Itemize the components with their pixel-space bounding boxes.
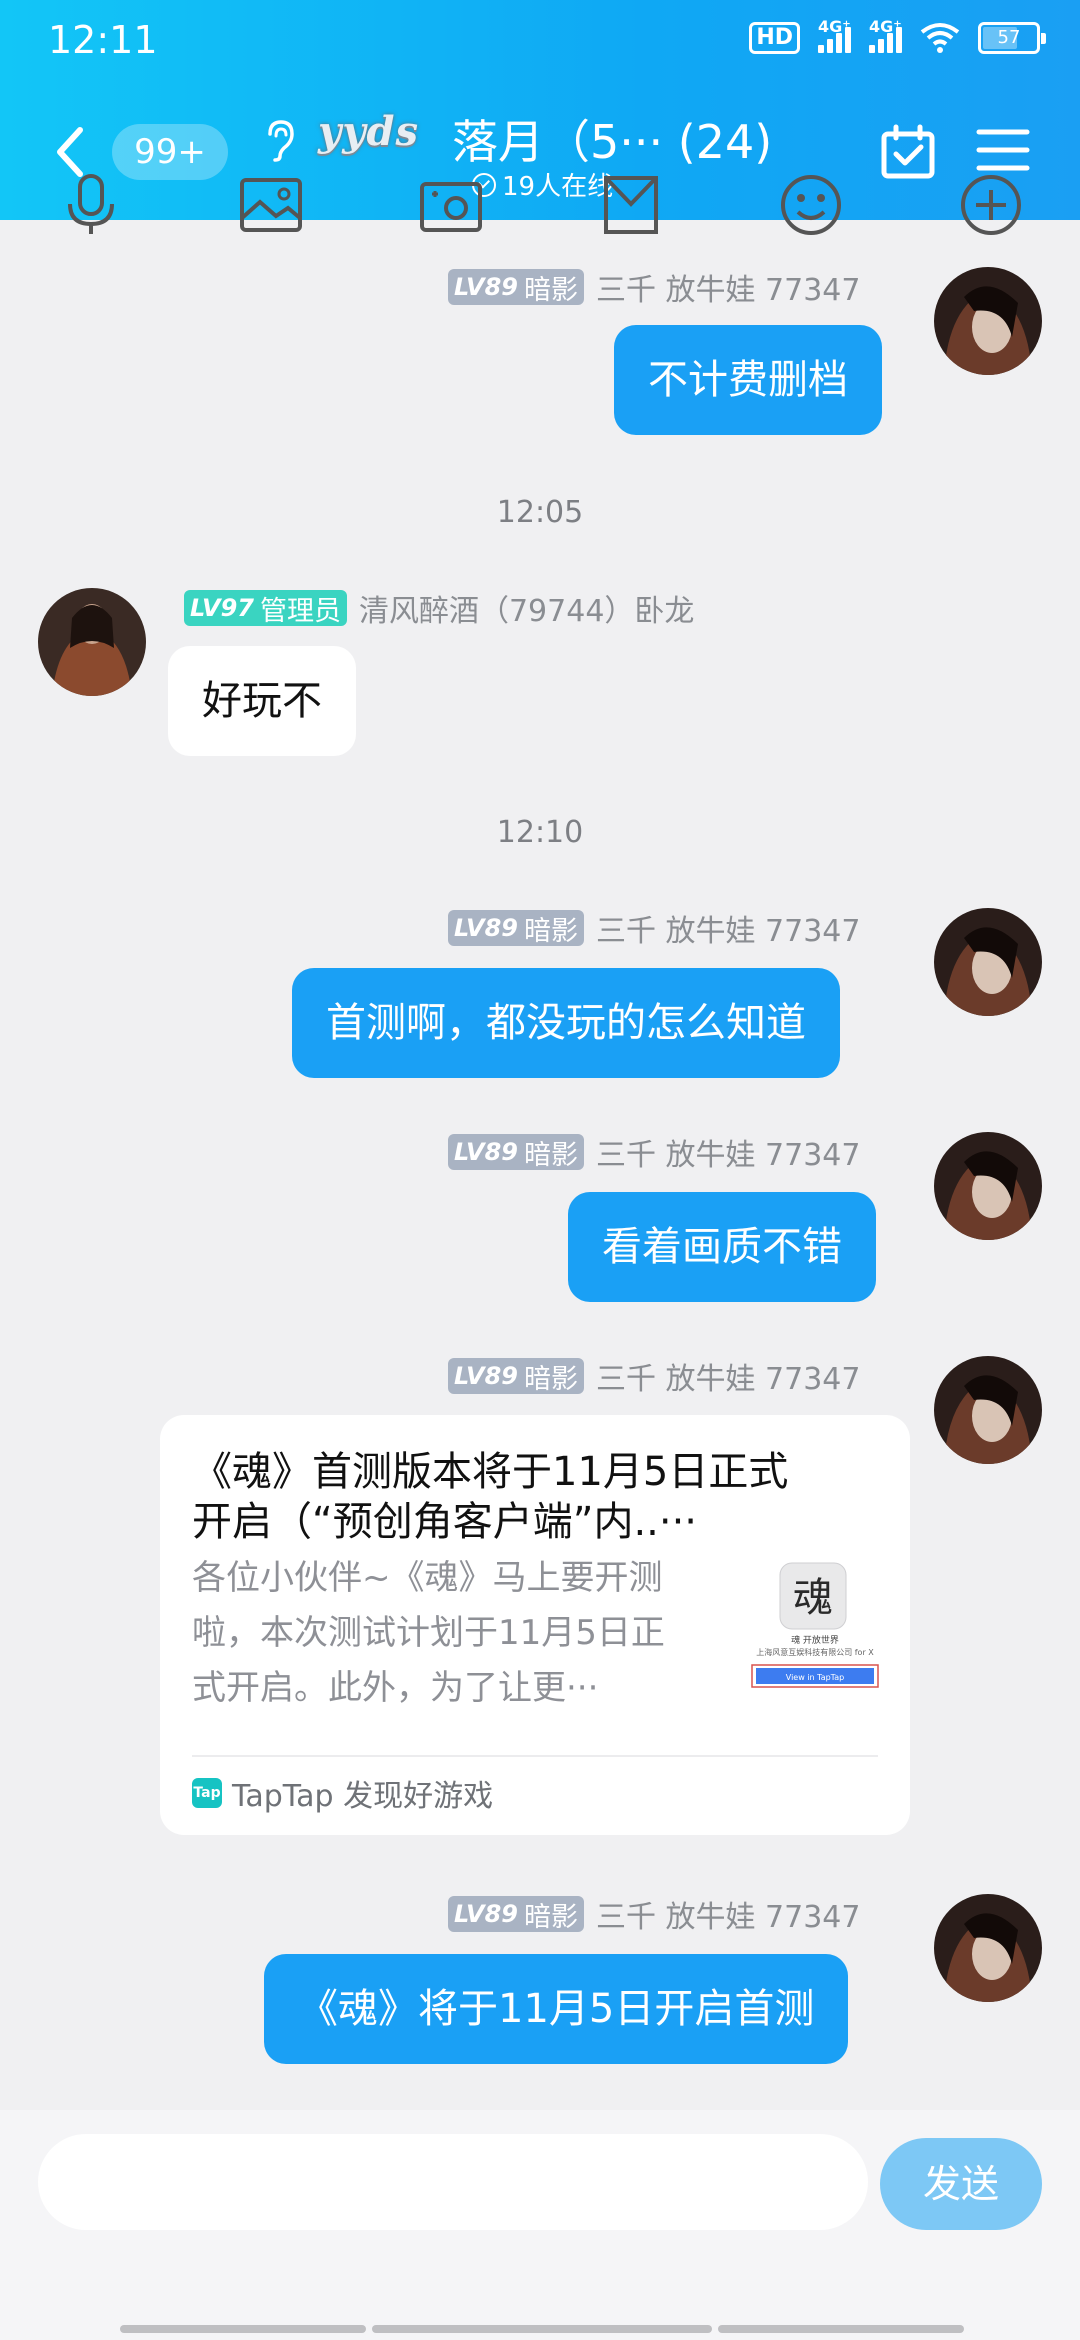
level-badge: LV97 管理员 xyxy=(184,590,347,627)
taptap-icon: Tap xyxy=(192,1778,222,1808)
network-type-label: 4G⁺ xyxy=(869,17,902,36)
status-icons: HD 4G⁺ 4G⁺ 57 xyxy=(749,17,1046,54)
sender-meta: LV89 暗影 三千 放牛娃 77347 xyxy=(448,1130,860,1174)
sender-name: 三千 放牛娃 77347 xyxy=(595,273,861,308)
svg-text:上海风意互娱科技有限公司 for X: 上海风意互娱科技有限公司 for X xyxy=(756,1647,874,1657)
calendar-check-icon[interactable] xyxy=(880,124,936,180)
svg-text:魂: 魂 xyxy=(793,1575,833,1621)
sender-meta: LV89 暗影 三千 放牛娃 77347 xyxy=(448,265,860,309)
gesture-bar xyxy=(372,2325,712,2333)
emoji-icon[interactable] xyxy=(776,170,846,240)
card-source-label: TapTap 发现好游戏 xyxy=(232,1779,494,1814)
sender-meta: LV89 暗影 三千 放牛娃 77347 xyxy=(448,1892,860,1936)
message-bubble[interactable]: 不计费删档 xyxy=(614,325,882,435)
sender-name: 三千 放牛娃 77347 xyxy=(595,914,861,949)
avatar[interactable] xyxy=(38,588,146,696)
message-bubble[interactable]: 看着画质不错 xyxy=(568,1192,876,1302)
avatar[interactable] xyxy=(934,1132,1042,1240)
sender-meta: LV89 暗影 三千 放牛娃 77347 xyxy=(448,906,860,950)
plus-icon[interactable] xyxy=(956,170,1026,240)
level-badge: LV89 暗影 xyxy=(448,910,584,947)
network-type-label: 4G⁺ xyxy=(818,17,851,36)
message-input[interactable] xyxy=(38,2134,868,2230)
level-badge: LV89 暗影 xyxy=(448,1358,584,1395)
composer-bar: 发送 xyxy=(0,2110,1080,2340)
card-divider xyxy=(192,1755,878,1757)
send-button[interactable]: 发送 xyxy=(880,2138,1042,2230)
card-source: Tap TapTap 发现好游戏 xyxy=(192,1771,493,1815)
message-list[interactable]: LV89 暗影 三千 放牛娃 77347 不计费删档 12:05 LV97 管理员 … xyxy=(0,220,1080,2110)
time-separator: 12:05 xyxy=(496,495,584,530)
message-bubble[interactable]: 《魂》将于11月5日开启首测 xyxy=(264,1954,849,2064)
mic-icon[interactable] xyxy=(56,170,126,240)
sender-name: 三千 放牛娃 77347 xyxy=(595,1362,861,1397)
avatar[interactable] xyxy=(934,267,1042,375)
level-badge: LV89 暗影 xyxy=(448,269,584,306)
file-icon[interactable] xyxy=(596,170,666,240)
gesture-bar xyxy=(120,2325,366,2333)
wifi-icon xyxy=(920,23,960,53)
hd-icon: HD xyxy=(749,22,800,54)
online-status[interactable]: 19人在线 xyxy=(472,166,613,203)
avatar[interactable] xyxy=(934,908,1042,1016)
level-badge: LV89 暗影 xyxy=(448,1896,584,1933)
card-title: 《魂》首测版本将于11月5日正式 开启（“预创角客户端”内..··· xyxy=(192,1449,789,1545)
sender-name: 三千 放牛娃 77347 xyxy=(595,1900,861,1935)
sender-meta: LV97 管理员 清风醉酒（79744）卧龙 xyxy=(184,586,694,630)
gesture-bar xyxy=(718,2325,964,2333)
card-thumbnail: 魂 魂 开放世界 上海风意互娱科技有限公司 for X View in TapT… xyxy=(740,1555,890,1705)
camera-icon[interactable] xyxy=(416,170,486,240)
image-icon[interactable] xyxy=(236,170,306,240)
group-logo: yyds xyxy=(318,108,419,155)
group-title[interactable]: 落月（5··· (24) xyxy=(452,106,772,172)
avatar[interactable] xyxy=(934,1356,1042,1464)
menu-icon[interactable] xyxy=(976,126,1030,174)
signal-icon: 4G⁺ xyxy=(869,17,902,53)
svg-text:魂 开放世界: 魂 开放世界 xyxy=(791,1634,839,1646)
sender-name: 清风醉酒（79744）卧龙 xyxy=(358,594,695,629)
battery-icon: 57 xyxy=(978,22,1046,54)
message-bubble[interactable]: 首测啊，都没玩的怎么知道 xyxy=(292,968,840,1078)
unread-count-badge[interactable]: 99+ xyxy=(112,124,228,180)
svg-text:View in TapTap: View in TapTap xyxy=(786,1673,844,1682)
card-description: 各位小伙伴~《魂》马上要开测 啦，本次测试计划于11月5日正 式开启。此外，为了… xyxy=(192,1558,665,1708)
sender-meta: LV89 暗影 三千 放牛娃 77347 xyxy=(448,1354,860,1398)
signal-icon: 4G⁺ xyxy=(818,17,851,53)
message-bubble[interactable]: 好玩不 xyxy=(168,646,356,756)
level-badge: LV89 暗影 xyxy=(448,1134,584,1171)
ear-icon[interactable] xyxy=(262,118,296,162)
avatar[interactable] xyxy=(934,1894,1042,2002)
link-share-card[interactable]: 《魂》首测版本将于11月5日正式 开启（“预创角客户端”内..··· 各位小伙伴… xyxy=(160,1415,910,1835)
time-separator: 12:10 xyxy=(496,815,584,850)
sender-name: 三千 放牛娃 77347 xyxy=(595,1138,861,1173)
status-time: 12:11 xyxy=(48,18,158,62)
chat-header: 12:11 HD 4G⁺ 4G⁺ 57 99+ yyds 落月（5··· (24… xyxy=(0,0,1080,220)
